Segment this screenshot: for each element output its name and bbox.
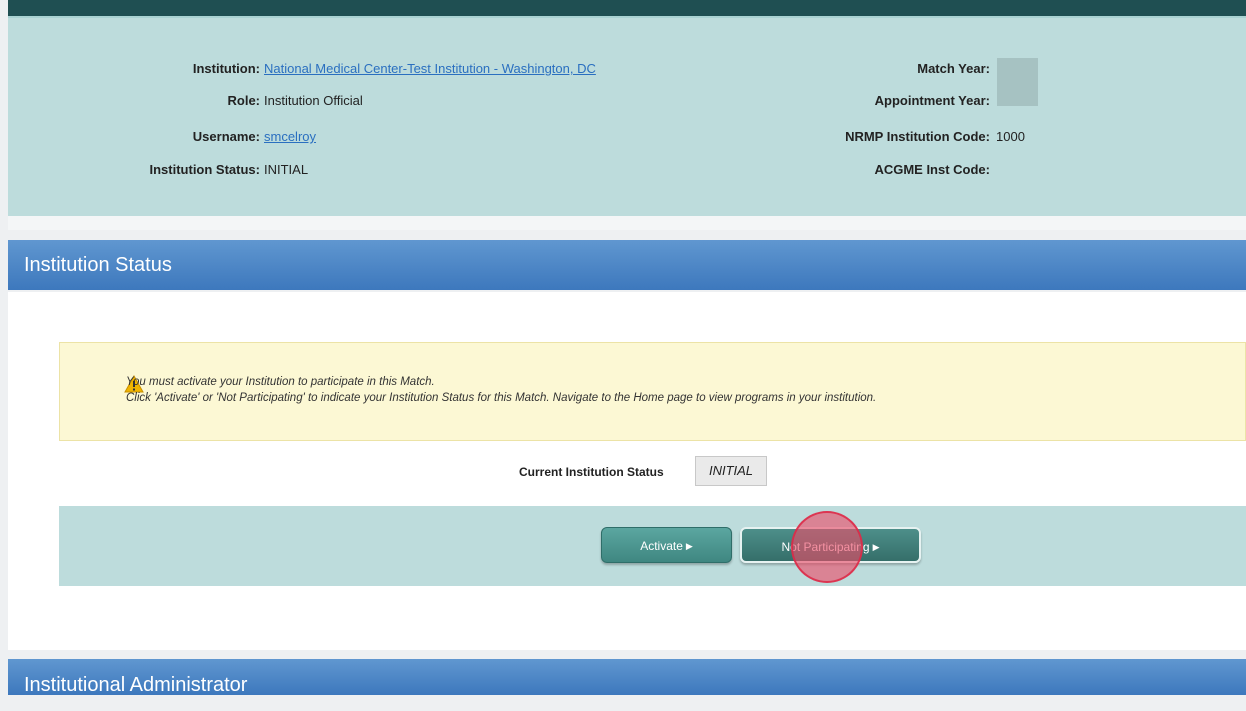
- institution-status-value: INITIAL: [264, 162, 309, 177]
- institution-status-header: Institution Status: [8, 240, 1246, 290]
- appointment-year-value: [997, 82, 1038, 106]
- match-year-label: Match Year:: [917, 61, 990, 76]
- warning-message-line1: You must activate your Institution to pa…: [126, 376, 435, 388]
- institutional-administrator-header: Institutional Administrator: [8, 659, 1246, 696]
- not-participating-button[interactable]: Not Participating ▶: [740, 527, 921, 563]
- role-label: Role:: [227, 93, 261, 108]
- institution-status-label: Institution Status:: [149, 162, 261, 177]
- appointment-year-label: Appointment Year:: [874, 93, 990, 108]
- current-status-value: INITIAL: [695, 456, 767, 486]
- current-status-label: Current Institution Status: [519, 465, 664, 479]
- arrow-right-icon: ▶: [872, 542, 880, 552]
- institution-link[interactable]: National Medical Center-Test Institution…: [264, 61, 596, 76]
- warning-alert: You must activate your Institution to pa…: [59, 342, 1246, 441]
- institution-info-panel: [8, 18, 1246, 216]
- not-participating-button-label: Not Participating: [781, 540, 870, 554]
- activate-button[interactable]: Activate ▶: [601, 527, 732, 563]
- top-banner: [8, 0, 1246, 18]
- warning-message-line2: Click 'Activate' or 'Not Participating' …: [126, 392, 877, 404]
- nrmp-code-label: NRMP Institution Code:: [845, 129, 990, 144]
- arrow-right-icon: ▶: [685, 541, 693, 551]
- nrmp-code-value: 1000: [996, 129, 1025, 144]
- role-value: Institution Official: [264, 93, 363, 108]
- username-link[interactable]: smcelroy: [264, 129, 316, 144]
- username-label: Username:: [192, 129, 260, 144]
- activate-button-label: Activate: [640, 539, 683, 553]
- match-year-value: [997, 58, 1038, 82]
- section-gap: [8, 216, 1246, 230]
- institution-label: Institution:: [192, 61, 260, 76]
- acgme-code-label: ACGME Inst Code:: [874, 162, 990, 177]
